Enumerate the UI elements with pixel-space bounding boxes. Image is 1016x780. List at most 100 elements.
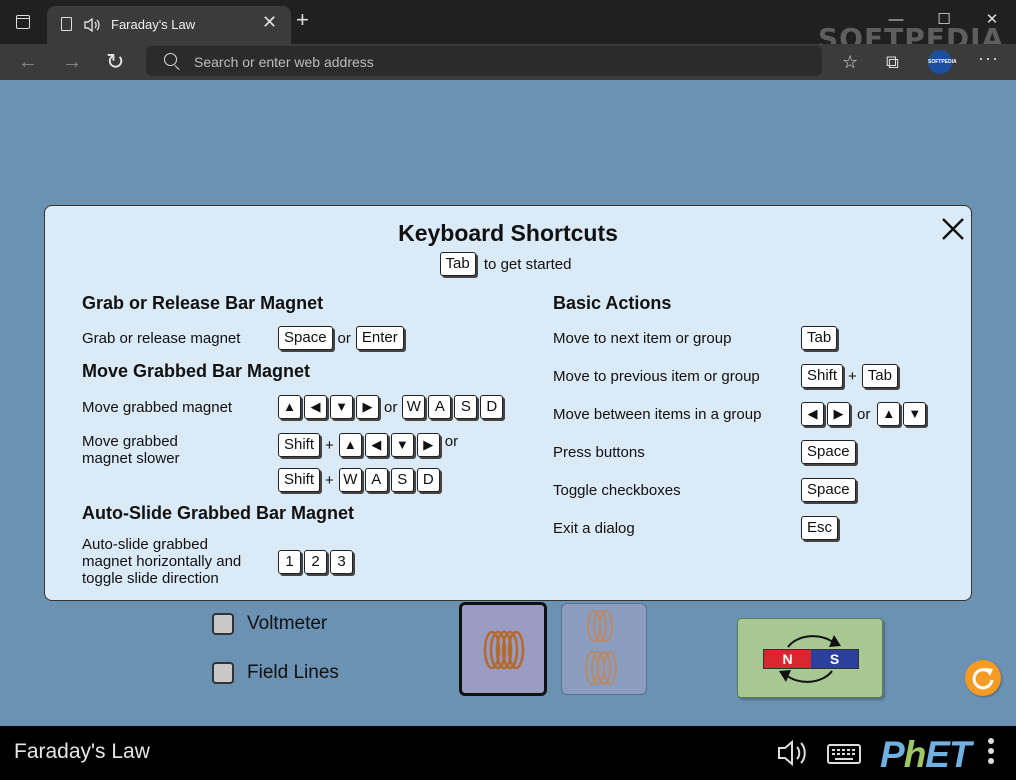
between-items-label: Move between items in a group: [553, 406, 762, 423]
get-started-hint: Tab to get started: [45, 252, 971, 276]
exit-dialog-label: Exit a dialog: [553, 520, 635, 537]
field-lines-label: Field Lines: [247, 662, 339, 683]
grab-release-heading: Grab or Release Bar Magnet: [82, 293, 324, 313]
next-item-label: Move to next item or group: [553, 330, 732, 347]
key-shift: Shift: [278, 433, 321, 457]
plus-text: +: [325, 471, 334, 489]
navigation-bar: Faraday's Law PhET: [0, 726, 1016, 780]
auto-slide-heading: Auto-Slide Grabbed Bar Magnet: [82, 503, 355, 523]
reload-icon[interactable]: ↻: [106, 49, 124, 75]
dialog-title: Keyboard Shortcuts: [398, 220, 618, 246]
get-started-text: to get started: [483, 255, 572, 273]
key-down: ▼: [903, 402, 927, 426]
previous-item-keys: Shift + Tab: [801, 364, 898, 388]
coil-icon: [483, 630, 525, 670]
key-1: 1: [278, 550, 301, 574]
new-tab-button[interactable]: +: [296, 9, 309, 31]
tab-close-icon[interactable]: ✕: [262, 12, 277, 33]
profile-avatar[interactable]: SOFTPEDIA: [928, 50, 957, 74]
phet-logo-p: P: [880, 734, 905, 775]
key-left: ◀: [364, 433, 388, 457]
key-d: D: [416, 468, 440, 492]
move-slower-wasd-keys: Shift + W A S D: [278, 468, 440, 492]
flip-magnet-button[interactable]: N S: [737, 618, 883, 698]
key-2: 2: [304, 550, 327, 574]
double-coil-icon: [585, 610, 617, 685]
key-shift: Shift: [801, 364, 844, 388]
key-up: ▲: [338, 433, 362, 457]
key-tab: Tab: [801, 326, 838, 350]
or-text: or: [337, 329, 351, 347]
key-esc: Esc: [801, 516, 839, 540]
phet-logo-h: h: [903, 734, 927, 775]
key-3: 3: [330, 550, 353, 574]
key-enter: Enter: [355, 326, 404, 350]
address-bar[interactable]: [146, 46, 822, 76]
key-left: ◀: [801, 402, 824, 426]
key-s: S: [454, 395, 478, 419]
phet-menu-icon[interactable]: [988, 738, 996, 768]
press-buttons-keys: Space: [801, 440, 856, 464]
key-right: ▶: [827, 402, 850, 426]
speaker-icon[interactable]: [83, 16, 101, 34]
key-up: ▲: [278, 395, 301, 419]
key-down: ▼: [330, 395, 353, 419]
tab-actions-icon[interactable]: [16, 15, 30, 29]
voltmeter-checkbox[interactable]: Voltmeter: [212, 613, 327, 635]
keyboard-shortcuts-dialog: Keyboard Shortcuts Tab to get started Gr…: [44, 205, 972, 601]
key-up: ▲: [877, 402, 901, 426]
tab-title: Faraday's Law: [111, 17, 196, 32]
key-a: A: [364, 468, 388, 492]
move-magnet-label: Move grabbed magnet: [82, 399, 233, 416]
collections-icon[interactable]: ⧉: [886, 50, 899, 74]
phet-logo[interactable]: PhET: [880, 734, 972, 776]
favorites-star-icon[interactable]: ☆: [842, 50, 858, 74]
key-tab: Tab: [861, 364, 898, 388]
key-shift: Shift: [278, 468, 321, 492]
key-space: Space: [801, 440, 856, 464]
toggle-checkboxes-label: Toggle checkboxes: [553, 482, 681, 499]
toggle-checkboxes-keys: Space: [801, 478, 856, 502]
key-space: Space: [278, 326, 333, 350]
move-magnet-keys: ▲ ◀ ▼ ▶ or W A S D: [278, 395, 504, 419]
magnet-south-label: S: [811, 650, 858, 668]
key-space: Space: [801, 478, 856, 502]
magnet-icon: N S: [763, 649, 859, 669]
magnet-north-label: N: [764, 650, 811, 668]
or-text: or: [857, 405, 871, 423]
two-coil-button[interactable]: [561, 603, 647, 695]
auto-slide-keys: 123: [278, 550, 353, 574]
one-coil-button[interactable]: [459, 602, 547, 696]
back-arrow-icon[interactable]: ←: [18, 49, 38, 75]
forward-arrow-icon[interactable]: →: [62, 49, 82, 75]
key-right: ▶: [356, 395, 379, 419]
move-slower-label: Move grabbed magnet slower: [82, 433, 180, 467]
keyboard-icon[interactable]: [826, 738, 862, 768]
reset-icon: [972, 668, 994, 690]
key-down: ▼: [390, 433, 414, 457]
browser-tab[interactable]: Faraday's Law ✕: [47, 6, 291, 44]
key-right: ▶: [416, 433, 440, 457]
address-input[interactable]: [192, 50, 796, 74]
plus-text: +: [848, 367, 857, 385]
phet-logo-et: ET: [925, 734, 971, 775]
voltmeter-checkbox-box[interactable]: [212, 613, 234, 635]
auto-slide-label: Auto-slide grabbed magnet horizontally a…: [82, 536, 242, 587]
exit-dialog-keys: Esc: [801, 516, 839, 540]
page-icon: [61, 17, 72, 31]
sim-title: Faraday's Law: [14, 740, 150, 763]
more-options-icon[interactable]: ···: [978, 48, 999, 69]
or-text: or: [384, 398, 398, 416]
next-item-keys: Tab: [801, 326, 838, 350]
previous-item-label: Move to previous item or group: [553, 368, 760, 385]
plus-text: +: [325, 436, 334, 454]
reset-all-button[interactable]: [965, 660, 1001, 696]
basic-actions-heading: Basic Actions: [553, 293, 672, 313]
search-icon: [164, 53, 177, 66]
sound-icon[interactable]: [776, 738, 812, 768]
browser-toolbar: ← → ↻ ☆ ⧉: [0, 44, 1016, 80]
press-buttons-label: Press buttons: [553, 444, 645, 461]
field-lines-checkbox[interactable]: Field Lines: [212, 662, 339, 684]
key-s: S: [390, 468, 414, 492]
field-lines-checkbox-box[interactable]: [212, 662, 234, 684]
